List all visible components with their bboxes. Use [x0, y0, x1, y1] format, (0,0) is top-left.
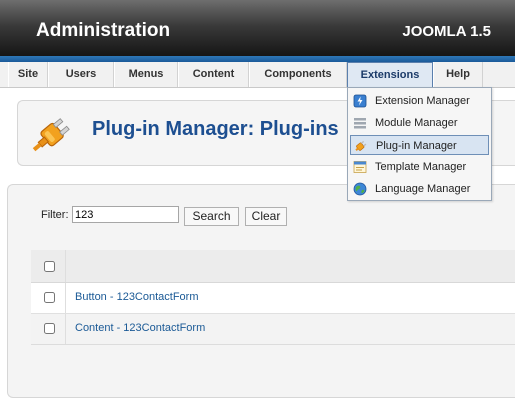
globe-icon: [353, 182, 367, 196]
page-title: Plug-in Manager: Plug-ins: [92, 118, 339, 140]
header-bar: Administration JOOMLA 1.5: [0, 0, 515, 56]
dropdown-item-label: Language Manager: [375, 183, 471, 195]
row-checkbox[interactable]: [44, 292, 55, 303]
column-divider: [65, 283, 66, 313]
row-checkbox[interactable]: [44, 323, 55, 334]
version-label: JOOMLA 1.5: [402, 23, 491, 40]
app-title: Administration: [36, 20, 171, 41]
main-menu-bar: Site Users Menus Content Components Exte…: [0, 62, 515, 88]
extension-manager-icon: [353, 94, 367, 108]
plugin-name-link[interactable]: Content - 123ContactForm: [75, 322, 205, 334]
menu-item-menus[interactable]: Menus: [114, 62, 178, 87]
dropdown-item-language-manager[interactable]: Language Manager: [350, 179, 489, 199]
module-manager-icon: [354, 118, 366, 129]
dropdown-item-label: Plug-in Manager: [376, 140, 457, 152]
dropdown-item-module-manager[interactable]: Module Manager: [350, 113, 489, 133]
column-divider: [65, 314, 66, 344]
plugin-name-link[interactable]: Button - 123ContactForm: [75, 291, 199, 303]
dropdown-item-label: Template Manager: [375, 161, 467, 173]
filter-label: Filter:: [41, 209, 69, 221]
menu-item-content[interactable]: Content: [178, 62, 249, 87]
table-row: Button - 123ContactForm: [31, 283, 515, 314]
menu-item-site[interactable]: Site: [8, 62, 48, 87]
menu-item-components[interactable]: Components: [249, 62, 347, 87]
plugin-icon: [355, 140, 367, 151]
table-row: Content - 123ContactForm: [31, 314, 515, 345]
select-all-checkbox[interactable]: [44, 261, 55, 272]
template-manager-icon: [353, 161, 367, 173]
filter-input[interactable]: [72, 206, 179, 223]
dropdown-item-label: Extension Manager: [375, 95, 470, 107]
search-button[interactable]: Search: [184, 207, 239, 226]
dropdown-item-plugin-manager[interactable]: Plug-in Manager: [350, 135, 489, 155]
menu-item-users[interactable]: Users: [48, 62, 114, 87]
menu-item-help[interactable]: Help: [433, 62, 483, 87]
dropdown-item-label: Module Manager: [375, 117, 458, 129]
extensions-dropdown-menu: Extension Manager Module Manager Plug-in…: [347, 87, 492, 201]
plugin-icon: [32, 118, 70, 152]
dropdown-item-extension-manager[interactable]: Extension Manager: [350, 91, 489, 111]
clear-button[interactable]: Clear: [245, 207, 287, 226]
column-divider: [65, 250, 66, 282]
menu-item-extensions[interactable]: Extensions: [347, 62, 433, 87]
dropdown-item-template-manager[interactable]: Template Manager: [350, 157, 489, 177]
table-header-row: [31, 250, 515, 283]
plugins-table: Button - 123ContactForm Content - 123Con…: [31, 250, 515, 345]
